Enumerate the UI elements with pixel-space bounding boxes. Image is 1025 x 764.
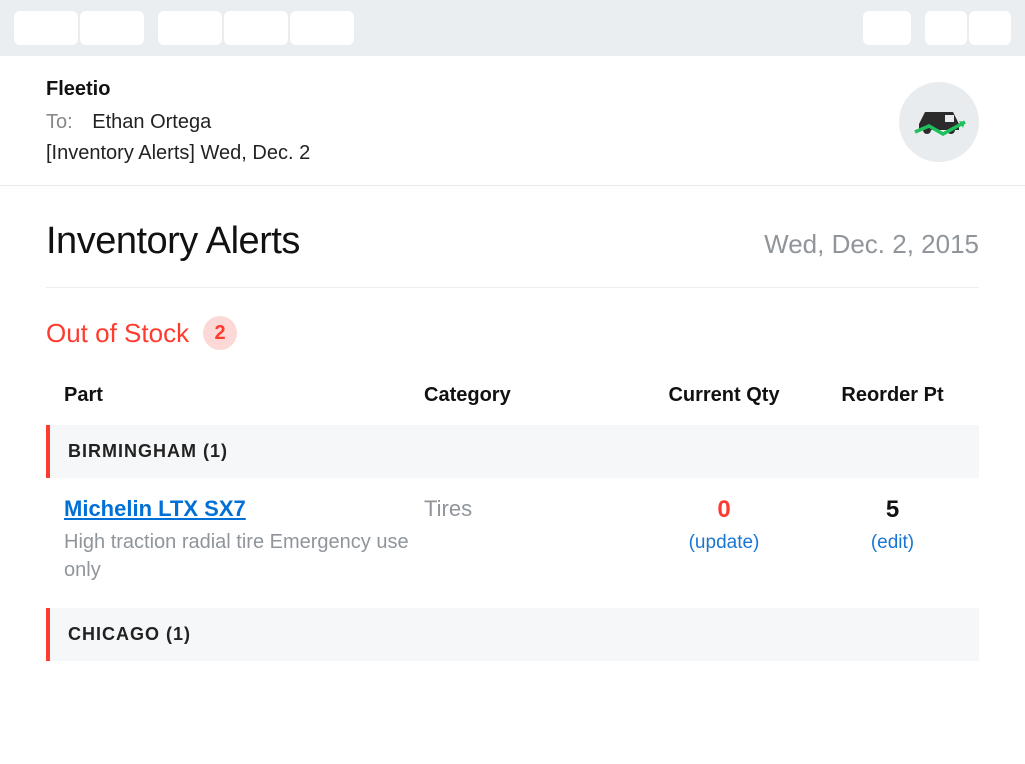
car-icon bbox=[909, 102, 969, 142]
table-header: Part Category Current Qty Reorder Pt bbox=[46, 372, 979, 423]
toolbar-button[interactable] bbox=[80, 11, 144, 45]
col-part: Part bbox=[64, 384, 424, 407]
col-reorder: Reorder Pt bbox=[824, 384, 961, 407]
toolbar-button[interactable] bbox=[158, 11, 222, 45]
page-date: Wed, Dec. 2, 2015 bbox=[764, 229, 979, 260]
part-description: High traction radial tire Emergency use … bbox=[64, 528, 424, 584]
update-link[interactable]: (update) bbox=[624, 532, 824, 554]
col-category: Category bbox=[424, 384, 624, 407]
toolbar-button[interactable] bbox=[290, 11, 354, 45]
part-link[interactable]: Michelin LTX SX7 bbox=[64, 496, 246, 522]
app-toolbar bbox=[0, 0, 1025, 56]
reorder-pt: 5 bbox=[824, 496, 961, 524]
current-qty: 0 bbox=[624, 496, 824, 524]
count-badge: 2 bbox=[203, 316, 237, 350]
group-header: CHICAGO (1) bbox=[46, 608, 979, 661]
avatar bbox=[899, 82, 979, 162]
to-label: To: bbox=[46, 111, 73, 133]
subject: [Inventory Alerts] Wed, Dec. 2 bbox=[46, 142, 899, 165]
col-qty: Current Qty bbox=[624, 384, 824, 407]
part-category: Tires bbox=[424, 496, 624, 522]
toolbar-button[interactable] bbox=[925, 11, 967, 45]
to-name: Ethan Ortega bbox=[92, 111, 211, 133]
toolbar-button[interactable] bbox=[14, 11, 78, 45]
from-label: Fleetio bbox=[46, 78, 899, 101]
table-row: Michelin LTX SX7 High traction radial ti… bbox=[46, 478, 979, 606]
section-title: Out of Stock bbox=[46, 318, 189, 349]
edit-link[interactable]: (edit) bbox=[824, 532, 961, 554]
email-header: Fleetio To: Ethan Ortega [Inventory Aler… bbox=[0, 56, 1025, 186]
page-title: Inventory Alerts bbox=[46, 220, 300, 263]
toolbar-button[interactable] bbox=[224, 11, 288, 45]
toolbar-button[interactable] bbox=[969, 11, 1011, 45]
toolbar-button[interactable] bbox=[863, 11, 911, 45]
group-header: BIRMINGHAM (1) bbox=[46, 425, 979, 478]
